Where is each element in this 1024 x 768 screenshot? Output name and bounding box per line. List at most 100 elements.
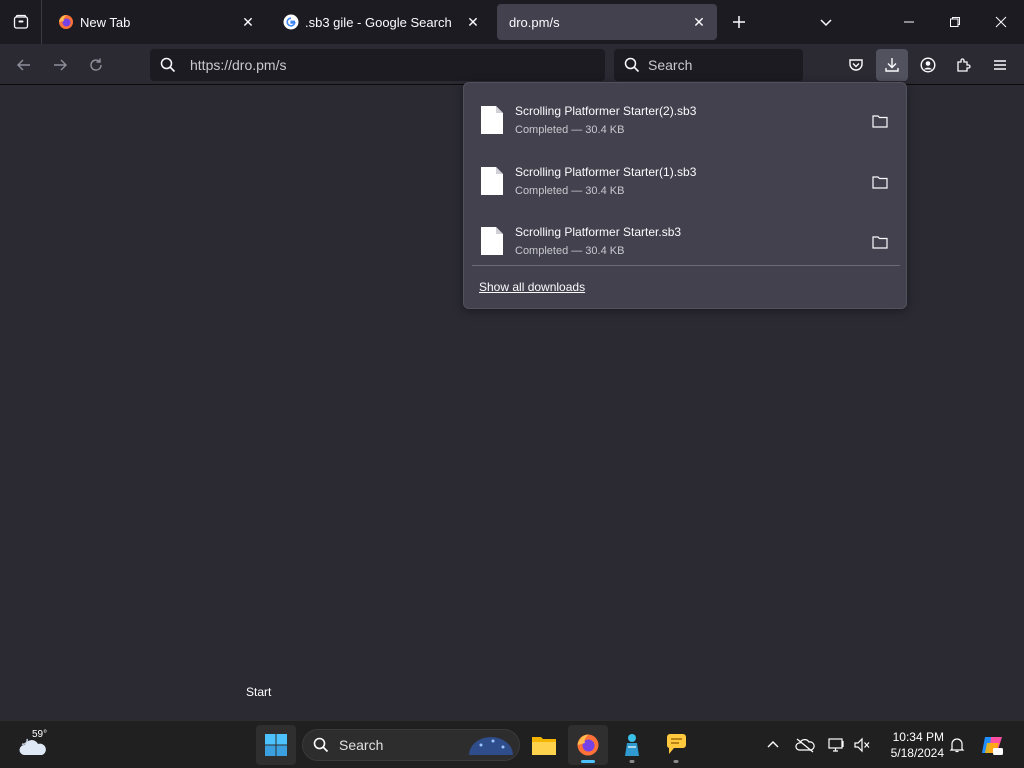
tab-google-search[interactable]: .sb3 gile - Google Search ✕ (271, 4, 491, 40)
notifications-button[interactable] (945, 733, 969, 757)
new-tab-button[interactable] (727, 10, 751, 34)
taskbar-search[interactable]: Search (302, 729, 520, 761)
search-placeholder: Search (648, 57, 693, 73)
chevron-down-icon (820, 19, 832, 27)
account-icon (920, 57, 936, 73)
download-status: Completed — 30.4 KB (515, 124, 625, 136)
list-all-tabs-button[interactable] (814, 10, 838, 34)
speech-bubble-icon (666, 734, 686, 754)
weather-widget[interactable]: 59° (16, 727, 56, 763)
show-hidden-icons-button[interactable] (761, 733, 785, 757)
url-text: https://dro.pm/s (190, 57, 287, 73)
copilot-icon (982, 737, 1003, 755)
start-button[interactable] (256, 725, 296, 765)
google-icon (283, 14, 299, 30)
download-status: Completed — 30.4 KB (515, 245, 625, 257)
app-icon (625, 734, 639, 756)
firefox-icon (577, 734, 599, 756)
reload-icon (90, 58, 102, 71)
active-indicator (581, 760, 595, 763)
plus-icon (733, 16, 745, 28)
close-tab-icon[interactable]: ✕ (687, 10, 711, 34)
download-filename: Scrolling Platformer Starter(2).sb3 (515, 104, 697, 118)
file-explorer-button[interactable] (524, 725, 564, 765)
volume-muted-icon (854, 737, 870, 753)
download-status: Completed — 30.4 KB (515, 185, 625, 197)
firefox-view-button[interactable] (0, 0, 42, 44)
download-filename: Scrolling Platformer Starter(1).sb3 (515, 165, 697, 179)
volume-button[interactable] (850, 733, 874, 757)
downloads-button[interactable] (876, 49, 908, 81)
tab-title: dro.pm/s (509, 14, 560, 30)
folder-icon[interactable] (870, 172, 890, 192)
show-all-downloads-link[interactable]: Show all downloads (479, 280, 585, 294)
firefox-view-icon (13, 14, 28, 29)
tab-title: .sb3 gile - Google Search (305, 14, 452, 30)
clock[interactable]: 10:34 PM 5/18/2024 (880, 729, 944, 761)
forward-button[interactable] (45, 50, 75, 80)
firefox-taskbar-button[interactable] (568, 725, 608, 765)
search-highlight-icon (469, 737, 513, 755)
download-icon (885, 58, 899, 72)
start-tooltip: Start (246, 685, 272, 699)
display-button[interactable] (825, 733, 849, 757)
clock-time: 10:34 PM (892, 730, 944, 744)
chevron-up-icon (767, 741, 779, 748)
onedrive-button[interactable] (793, 733, 817, 757)
hamburger-menu-icon (994, 60, 1006, 70)
firefox-icon (58, 14, 74, 30)
file-icon (481, 106, 503, 134)
feedback-hub-button[interactable] (656, 725, 696, 765)
running-indicator (629, 760, 635, 763)
back-button[interactable] (9, 50, 39, 80)
app-button[interactable] (612, 725, 652, 765)
url-bar[interactable]: https://dro.pm/s (150, 49, 605, 81)
account-button[interactable] (912, 49, 944, 81)
taskbar-search-placeholder: Search (339, 737, 384, 753)
arrow-right-icon (54, 59, 67, 71)
bell-icon (949, 738, 965, 753)
cloud-off-icon (795, 738, 815, 753)
download-item[interactable]: Scrolling Platformer Starter.sb3 Complet… (464, 210, 908, 270)
extensions-button[interactable] (948, 49, 980, 81)
restore-icon (950, 17, 960, 27)
search-icon (624, 57, 640, 73)
panel-divider (472, 265, 900, 266)
copilot-button[interactable] (980, 733, 1004, 757)
close-window-button[interactable] (978, 0, 1024, 44)
tab-dro-pm[interactable]: dro.pm/s ✕ (497, 4, 717, 40)
minimize-icon (904, 21, 914, 23)
download-item[interactable]: Scrolling Platformer Starter(1).sb3 Comp… (464, 150, 908, 210)
navigation-toolbar: https://dro.pm/s Search (0, 44, 1024, 85)
folder-icon[interactable] (870, 232, 890, 252)
close-tab-icon[interactable]: ✕ (461, 10, 485, 34)
tab-title: New Tab (80, 14, 131, 30)
file-icon (481, 167, 503, 195)
monitor-icon (828, 738, 844, 752)
weather-temp: 59° (32, 729, 48, 740)
running-indicator (673, 760, 679, 763)
clock-date: 5/18/2024 (890, 746, 944, 760)
search-icon (313, 737, 329, 753)
close-icon (995, 16, 1007, 28)
arrow-left-icon (17, 59, 30, 71)
taskbar: 59° Search 10:34 PM 5/18/2024 (0, 720, 1024, 768)
reload-button[interactable] (81, 50, 111, 80)
tab-new-tab[interactable]: New Tab ✕ (46, 4, 266, 40)
windows-icon (265, 734, 287, 756)
puzzle-icon (957, 58, 971, 72)
folder-icon (532, 737, 556, 755)
restore-button[interactable] (932, 0, 978, 44)
folder-icon[interactable] (870, 111, 890, 131)
menu-button[interactable] (984, 49, 1016, 81)
close-tab-icon[interactable]: ✕ (236, 10, 260, 34)
download-filename: Scrolling Platformer Starter.sb3 (515, 225, 682, 239)
download-item[interactable]: Scrolling Platformer Starter(2).sb3 Comp… (464, 89, 908, 149)
pocket-button[interactable] (840, 49, 872, 81)
tab-bar: New Tab ✕ .sb3 gile - Google Search ✕ dr… (0, 0, 1024, 44)
file-icon (481, 227, 503, 255)
pocket-icon (849, 59, 863, 71)
search-icon (160, 57, 176, 73)
minimize-button[interactable] (886, 0, 932, 44)
search-bar[interactable]: Search (614, 49, 803, 81)
